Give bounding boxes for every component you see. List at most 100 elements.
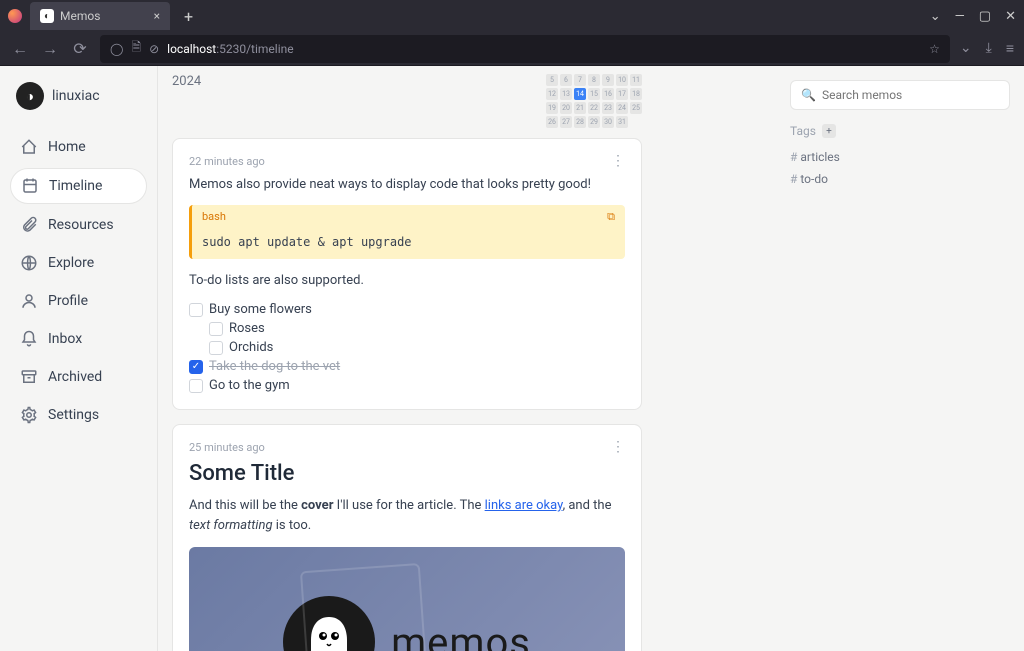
todo-item[interactable]: Roses <box>209 319 625 338</box>
sidebar-item-inbox[interactable]: Inbox <box>10 322 147 356</box>
close-window-icon[interactable]: ✕ <box>1005 9 1016 24</box>
heatmap-cell[interactable]: 14 <box>574 88 586 100</box>
nav-label: Profile <box>48 293 88 309</box>
url-host: localhost <box>167 42 216 56</box>
sidebar-item-resources[interactable]: Resources <box>10 208 147 242</box>
heatmap-cell[interactable]: 31 <box>616 116 628 128</box>
back-button[interactable]: ← <box>10 39 30 59</box>
sidebar: ◑ linuxiac Home Timeline Resources Explo… <box>0 66 158 651</box>
todo-item[interactable]: Orchids <box>209 338 625 357</box>
sidebar-item-timeline[interactable]: Timeline <box>10 168 147 204</box>
sidebar-item-settings[interactable]: Settings <box>10 398 147 432</box>
add-tag-button[interactable]: + <box>822 124 836 138</box>
firefox-icon <box>8 9 22 23</box>
heatmap-cell[interactable]: 26 <box>546 116 558 128</box>
heatmap-cell[interactable]: 23 <box>602 102 614 114</box>
chevron-down-icon[interactable]: ⌄ <box>930 9 941 24</box>
menu-icon[interactable]: ≡ <box>1006 40 1014 57</box>
timeline-icon <box>21 177 39 195</box>
downloads-icon[interactable]: ⤓ <box>986 40 992 57</box>
memo-link[interactable]: links are okay <box>485 498 563 513</box>
sidebar-item-profile[interactable]: Profile <box>10 284 147 318</box>
heatmap-cell[interactable]: 15 <box>588 88 600 100</box>
heatmap-cell[interactable]: 30 <box>602 116 614 128</box>
search-box[interactable]: 🔍 <box>790 80 1010 110</box>
right-sidebar: 🔍 Tags + articles to-do <box>782 66 1024 651</box>
heatmap-cell[interactable]: 21 <box>574 102 586 114</box>
heatmap-cell[interactable]: 8 <box>588 74 600 86</box>
checkbox-checked[interactable]: ✓ <box>189 360 203 374</box>
heatmap-cell[interactable]: 29 <box>588 116 600 128</box>
heatmap-cell[interactable]: 27 <box>560 116 572 128</box>
browser-toolbar: ← → ⟳ ◯ 🗎 ⊘ localhost:5230/timeline ☆ ⌄ … <box>0 32 1024 66</box>
pocket-icon[interactable]: ⌄ <box>960 40 972 57</box>
avatar: ◑ <box>16 82 44 110</box>
search-input[interactable] <box>822 88 999 102</box>
checkbox[interactable] <box>189 303 203 317</box>
nav-label: Explore <box>48 255 94 271</box>
nav-label: Home <box>48 139 86 155</box>
new-tab-button[interactable]: + <box>178 7 199 26</box>
todo-item[interactable]: Buy some flowers <box>189 300 625 319</box>
checkbox[interactable] <box>209 322 223 336</box>
heatmap-cell[interactable]: 19 <box>546 102 558 114</box>
tab-title: Memos <box>60 9 100 23</box>
minimize-icon[interactable]: — <box>955 9 965 24</box>
sidebar-item-explore[interactable]: Explore <box>10 246 147 280</box>
page-info-icon: 🗎 <box>131 38 141 59</box>
user-icon <box>20 292 38 310</box>
tags-header: Tags + <box>790 124 1010 138</box>
heatmap-cell[interactable]: 5 <box>546 74 558 86</box>
reload-button[interactable]: ⟳ <box>70 39 90 58</box>
heatmap-cell[interactable]: 11 <box>630 74 642 86</box>
memo-text: Memos also provide neat ways to display … <box>189 175 625 195</box>
todo-item[interactable]: Go to the gym <box>189 376 625 395</box>
memo-menu-icon[interactable]: ⋮ <box>611 439 625 455</box>
nav-label: Archived <box>48 369 102 385</box>
forward-button[interactable]: → <box>40 39 60 59</box>
heatmap-cell[interactable]: 17 <box>616 88 628 100</box>
sidebar-item-home[interactable]: Home <box>10 130 147 164</box>
maximize-icon[interactable]: ▢ <box>979 9 991 24</box>
code-lang: bash <box>202 210 226 223</box>
search-icon: 🔍 <box>801 88 816 102</box>
sidebar-item-archived[interactable]: Archived <box>10 360 147 394</box>
code-block: bash ⧉ sudo apt update & apt upgrade <box>189 205 625 259</box>
heatmap-cell[interactable]: 7 <box>574 74 586 86</box>
heatmap-cell[interactable]: 13 <box>560 88 572 100</box>
user-profile[interactable]: ◑ linuxiac <box>10 82 147 110</box>
heatmap-cell[interactable]: 20 <box>560 102 572 114</box>
browser-tab[interactable]: ◐ Memos × <box>30 2 170 30</box>
heatmap-cell[interactable]: 10 <box>616 74 628 86</box>
todo-intro: To-do lists are also supported. <box>189 271 625 291</box>
todo-item[interactable]: ✓Take the dog to the vet <box>189 357 625 376</box>
memo-image[interactable]: memos <box>189 547 625 651</box>
tag-item[interactable]: articles <box>790 146 1010 168</box>
heatmap-cell[interactable]: 18 <box>630 88 642 100</box>
nav-label: Settings <box>48 407 99 423</box>
nav-label: Resources <box>48 217 114 233</box>
heatmap-cell[interactable]: 9 <box>602 74 614 86</box>
checkbox[interactable] <box>189 379 203 393</box>
activity-heatmap[interactable]: 5678910111213141516171819202122232425262… <box>546 74 642 128</box>
copy-icon[interactable]: ⧉ <box>607 210 615 224</box>
bookmark-icon[interactable]: ☆ <box>929 42 940 56</box>
shield-icon: ◯ <box>110 42 123 56</box>
tag-item[interactable]: to-do <box>790 168 1010 190</box>
heatmap-cell[interactable]: 6 <box>560 74 572 86</box>
browser-tab-bar: ◐ Memos × + ⌄ — ▢ ✕ <box>0 0 1024 32</box>
memo-title: Some Title <box>189 461 625 486</box>
memo-card: 22 minutes ago ⋮ Memos also provide neat… <box>172 138 642 410</box>
heatmap-cell[interactable]: 28 <box>574 116 586 128</box>
url-bar[interactable]: ◯ 🗎 ⊘ localhost:5230/timeline ☆ <box>100 35 950 63</box>
memo-menu-icon[interactable]: ⋮ <box>611 153 625 169</box>
nav-label: Timeline <box>49 178 102 194</box>
heatmap-cell[interactable]: 25 <box>630 102 642 114</box>
close-icon[interactable]: × <box>154 9 160 23</box>
heatmap-cell[interactable]: 24 <box>616 102 628 114</box>
heatmap-cell[interactable]: 16 <box>602 88 614 100</box>
heatmap-cell[interactable]: 22 <box>588 102 600 114</box>
heatmap-cell[interactable]: 12 <box>546 88 558 100</box>
memo-card: 25 minutes ago ⋮ Some Title And this wil… <box>172 424 642 651</box>
checkbox[interactable] <box>209 341 223 355</box>
